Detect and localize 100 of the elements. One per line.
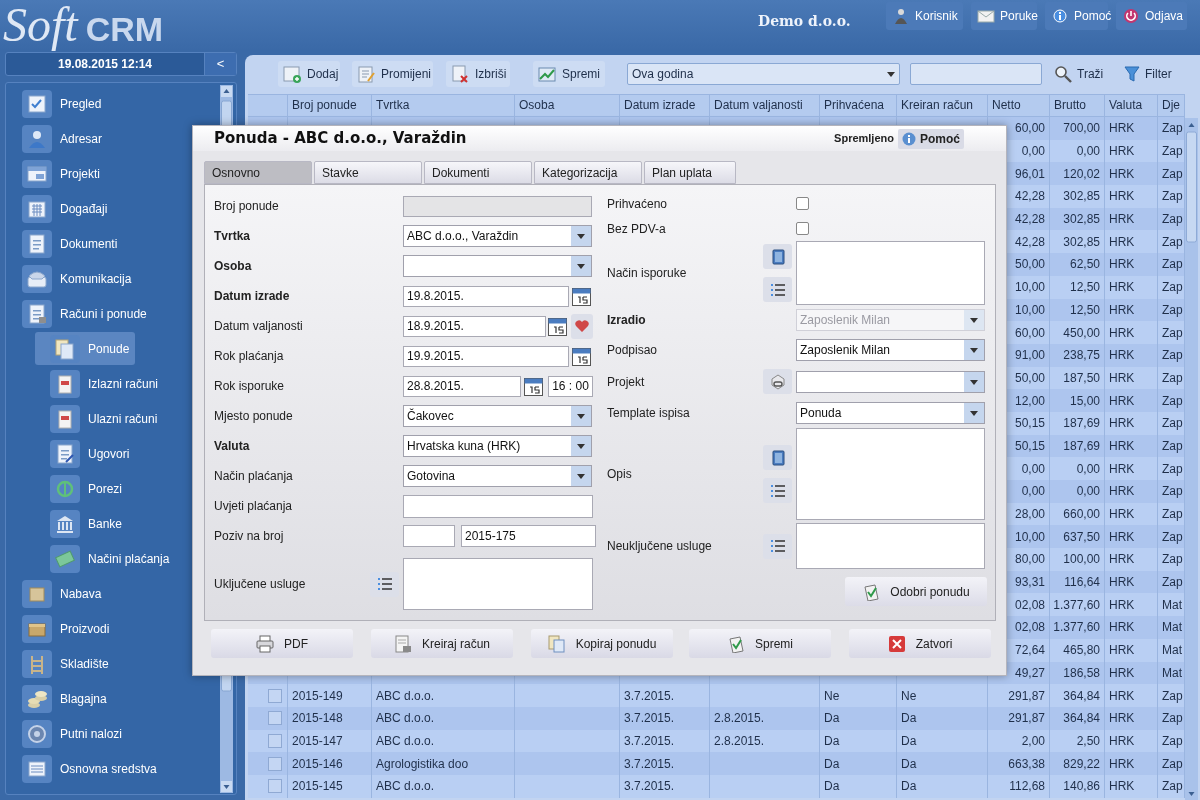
date-field[interactable]: 19.8.2015.: [403, 285, 569, 307]
dropdown[interactable]: Gotovina: [403, 465, 592, 487]
column-header[interactable]: Brutto: [1050, 95, 1105, 116]
dialog-button[interactable]: Kopiraj ponudu: [531, 629, 673, 658]
filter-button[interactable]: Filter: [1120, 61, 1182, 87]
row-checkbox[interactable]: [267, 711, 282, 726]
sidebar-item[interactable]: Ugovori: [35, 437, 140, 470]
row-checkbox[interactable]: [267, 688, 282, 703]
coin-icon: [50, 474, 80, 503]
sidebar-item[interactable]: Proizvodi: [22, 612, 110, 645]
table-cell-text: 50,00: [1014, 369, 1045, 387]
dropdown[interactable]: Hrvatska kuna (HRK): [403, 435, 592, 457]
receipt-icon: [50, 369, 80, 398]
sidebar-item[interactable]: Banke: [35, 507, 133, 540]
sidebar-item[interactable]: Događaji: [22, 192, 108, 225]
search-button[interactable]: Traži: [1050, 61, 1110, 87]
period-dropdown[interactable]: Ova godina: [627, 63, 900, 85]
text-area[interactable]: [796, 523, 985, 569]
sidebar-item[interactable]: Adresar: [22, 122, 103, 155]
dialog-button[interactable]: Zatvori: [849, 629, 991, 658]
row-checkbox[interactable]: [267, 733, 282, 748]
sidebar-item[interactable]: Računi i ponude: [22, 297, 147, 330]
tab[interactable]: Stavke: [314, 161, 422, 184]
dialog-button[interactable]: Kreiraj račun: [371, 629, 513, 658]
column-header[interactable]: Dje: [1158, 95, 1185, 116]
column-header[interactable]: Valuta: [1105, 95, 1158, 116]
sidebar-item[interactable]: Načini plaćanja: [35, 542, 180, 575]
toolbar-button[interactable]: Dodaj: [278, 61, 340, 87]
help-button[interactable]: Pomoć: [898, 128, 964, 149]
column-header[interactable]: Broj ponude: [288, 95, 372, 116]
list-button[interactable]: [763, 478, 792, 503]
sidebar-item[interactable]: Ulazni računi: [35, 402, 168, 435]
dialog-button[interactable]: Spremi: [689, 629, 831, 658]
book-button[interactable]: [763, 445, 792, 470]
dialog-button[interactable]: PDF: [211, 629, 353, 658]
search-field[interactable]: [910, 63, 1042, 85]
dropdown[interactable]: Čakovec: [403, 405, 592, 427]
table-cell-text: 1.377,60: [1053, 619, 1100, 637]
input-field[interactable]: [403, 494, 593, 518]
reset-button[interactable]: [571, 313, 593, 339]
column-header[interactable]: Osoba: [515, 95, 620, 116]
column-header[interactable]: Tvrtka: [372, 95, 515, 116]
header-button[interactable]: Korisnik: [886, 2, 963, 30]
tab[interactable]: Plan uplata: [644, 161, 736, 184]
column-header[interactable]: Datum valjanosti: [710, 95, 820, 116]
list-button[interactable]: [763, 533, 792, 559]
text-area[interactable]: [796, 241, 985, 305]
input-field[interactable]: [403, 195, 592, 217]
toolbar-button[interactable]: Izbriši: [446, 61, 510, 87]
sidebar-item[interactable]: Komunikacija: [22, 262, 132, 295]
toolbar-button[interactable]: Promijeni: [352, 61, 433, 87]
text-area[interactable]: [403, 558, 593, 610]
input-field[interactable]: [403, 525, 455, 547]
checklist-icon: [22, 89, 52, 118]
tab[interactable]: Kategorizacija: [534, 161, 642, 184]
time-field[interactable]: 16 : 00: [548, 375, 593, 397]
sidebar-item[interactable]: Projekti: [22, 157, 100, 190]
sidebar-item[interactable]: Skladište: [22, 647, 109, 680]
toolbar-button[interactable]: Spremi: [533, 61, 605, 87]
tab[interactable]: Dokumenti: [424, 161, 532, 184]
text-area[interactable]: [796, 428, 985, 520]
column-header[interactable]: Datum izrade: [620, 95, 710, 116]
dropdown[interactable]: Zaposlenik Milan: [796, 339, 985, 361]
dropdown[interactable]: [403, 255, 592, 277]
checkbox[interactable]: [796, 222, 809, 235]
row-checkbox[interactable]: [267, 756, 282, 771]
sidebar-item[interactable]: Osnovna sredstva: [22, 752, 157, 785]
tab[interactable]: Osnovno: [204, 161, 312, 184]
date-field[interactable]: 28.8.2015.: [403, 375, 521, 397]
sidebar-item[interactable]: Putni nalozi: [22, 717, 123, 750]
book-button[interactable]: [763, 244, 792, 269]
table-cell-text: Mat: [1162, 596, 1182, 614]
approve-button[interactable]: Odobri ponudu: [845, 577, 987, 606]
link-button[interactable]: [763, 369, 792, 394]
collapse-button[interactable]: <: [204, 53, 236, 75]
sidebar-item[interactable]: Porezi: [35, 472, 132, 505]
table-cell-text: 15,00: [1069, 392, 1100, 410]
header-button[interactable]: Odjava: [1116, 2, 1187, 30]
input-field[interactable]: 2015-175: [461, 525, 596, 547]
dropdown[interactable]: Ponuda: [796, 402, 985, 424]
table-cell-text: 829,22: [1063, 755, 1100, 773]
sidebar-item[interactable]: Ponude: [35, 332, 135, 365]
sidebar-item[interactable]: Dokumenti: [22, 227, 118, 260]
column-header[interactable]: Prihvaćena: [820, 95, 897, 116]
sidebar-item[interactable]: Blagajna: [22, 682, 107, 715]
sidebar-item[interactable]: Izlazni računi: [35, 367, 169, 400]
sidebar-item[interactable]: Pregled: [22, 87, 102, 120]
row-checkbox[interactable]: [267, 779, 282, 794]
sidebar-item[interactable]: Nabava: [22, 577, 102, 610]
table-cell-text: Zap: [1162, 710, 1183, 728]
column-header[interactable]: Kreiran račun: [897, 95, 988, 116]
date-field[interactable]: 18.9.2015.: [403, 315, 546, 337]
header-button[interactable]: Poruke: [971, 2, 1037, 30]
list-button[interactable]: [370, 571, 399, 597]
list-button[interactable]: [763, 277, 792, 302]
dropdown[interactable]: [796, 370, 985, 393]
dropdown[interactable]: ABC d.o.o., Varaždin: [403, 225, 592, 247]
column-header[interactable]: Netto: [988, 95, 1050, 116]
date-field[interactable]: 19.9.2015.: [403, 345, 569, 367]
checkbox[interactable]: [796, 197, 809, 210]
